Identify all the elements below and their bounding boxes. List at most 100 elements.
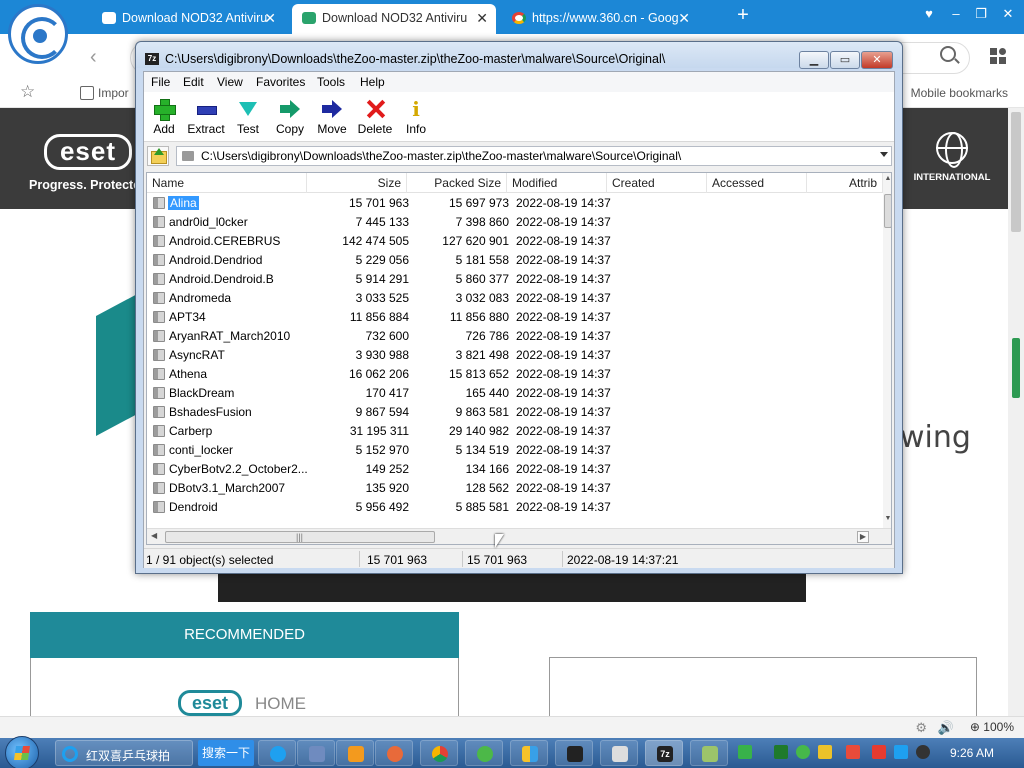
table-row[interactable]: Andromeda 3 033 525 3 032 083 2022-08-19 14… [147,289,883,308]
scroll-up-icon[interactable]: ▲ [883,175,891,185]
star-icon[interactable]: ☆ [20,82,35,102]
scroll-down-icon[interactable]: ▼ [883,515,891,525]
page-scrollbar[interactable] [1008,108,1024,720]
start-button[interactable] [5,736,39,768]
tab-close-icon[interactable]: ✕ [678,4,690,32]
add-button[interactable]: Add [142,96,186,140]
table-row[interactable]: Dendroid 5 956 492 5 885 581 2022-08-19 14:… [147,498,883,517]
vertical-scrollbar[interactable]: ▲ ▼ [883,173,891,528]
globe-icon[interactable] [936,132,968,168]
file-list[interactable]: Name Size Packed Size Modified Created A… [146,172,892,545]
international-link[interactable]: INTERNATIONAL [906,172,998,183]
tray-plus-icon[interactable] [796,745,810,759]
folder-up-icon[interactable] [147,146,169,166]
minimize-button[interactable]: ▁ [799,51,829,69]
table-row[interactable]: DBotv3.1_March2007 135 920 128 562 2022-08-… [147,479,883,498]
sevenzip-titlebar[interactable]: 7z C:\Users\digibrony\Downloads\theZoo-m… [136,42,902,69]
tray-monitor-icon[interactable] [894,745,908,759]
chevron-down-icon[interactable] [880,152,888,157]
status-icons[interactable]: ⚙ 🔊 [915,720,954,736]
copy-button[interactable]: Copy [268,96,312,140]
menu-view[interactable]: View [217,75,243,89]
column-attrib[interactable]: Attrib [807,173,883,193]
taskbar-ie-item[interactable]: 红双喜乒乓球拍 [55,740,193,766]
horizontal-scrollbar[interactable]: ◀ ||| ▶ [147,528,891,544]
taskbar-search-button[interactable]: 搜索一下 [198,740,254,766]
menu-edit[interactable]: Edit [183,75,204,89]
tray-red-icon[interactable] [846,745,860,759]
taskbar-explorer-app[interactable] [297,740,335,766]
skin-icon[interactable]: ♥ [918,3,940,25]
taskbar-media-app[interactable] [336,740,374,766]
table-row[interactable]: Android.CEREBRUS 142 474 505 127 620 901 20… [147,232,883,251]
taskbar-window-app[interactable] [600,740,638,766]
taskbar-7zip-app[interactable]: 7z [645,740,683,766]
mobile-bookmarks-link[interactable]: Mobile bookmarks [911,86,1008,100]
page-scroll-thumb[interactable] [1011,112,1021,232]
table-row[interactable]: Android.Dendroid.B 5 914 291 5 860 377 2022… [147,270,883,289]
table-row[interactable]: APT34 11 856 884 11 856 880 2022-08-19 14:3… [147,308,883,327]
table-row[interactable]: AsyncRAT 3 930 988 3 821 498 2022-08-19 14:… [147,346,883,365]
close-icon[interactable]: ✕ [997,3,1019,25]
taskbar-tiles-app[interactable] [510,740,548,766]
tray-shield-icon[interactable] [818,745,832,759]
restore-icon[interactable]: ❐ [970,3,992,25]
back-arrow-icon[interactable]: ‹ [90,46,97,69]
taskbar-paint-app[interactable] [375,740,413,766]
delete-button[interactable]: Delete [353,96,397,140]
table-row[interactable]: BlackDream 170 417 165 440 2022-08-19 14:37 [147,384,883,403]
tray-flag-icon[interactable] [872,745,886,759]
tray-app-icon[interactable] [774,745,788,759]
table-row[interactable]: Alina 15 701 963 15 697 973 2022-08-19 14:3… [147,194,883,213]
test-button[interactable]: Test [226,96,270,140]
tab-nod32-2[interactable]: Download NOD32 Antiviru ✕ [292,4,496,34]
column-name[interactable]: Name [147,173,307,193]
column-created[interactable]: Created [607,173,707,193]
extract-button[interactable]: Extract [184,96,228,140]
new-tab-button[interactable]: + [733,4,753,28]
scroll-right-icon[interactable]: ▶ [857,531,869,543]
tab-nod32-1[interactable]: Download NOD32 Antiviru ✕ [92,4,284,34]
move-button[interactable]: Move [310,96,354,140]
sevenzip-app-icon[interactable]: 7z [145,53,159,65]
zoom-level[interactable]: ⊕ 100% [970,720,1014,734]
taskbar-clock[interactable]: 9:26 AM [950,746,994,760]
scroll-left-icon[interactable]: ◀ [151,531,161,541]
table-row[interactable]: AryanRAT_March2010 732 600 726 786 2022-08-… [147,327,883,346]
tab-360[interactable]: https://www.360.cn - Goog ✕ [502,4,698,34]
tab-close-icon[interactable]: ✕ [476,4,488,32]
menu-file[interactable]: File [151,75,170,89]
minimize-icon[interactable]: – [945,3,967,25]
vertical-scroll-thumb[interactable] [884,194,891,228]
table-row[interactable]: Carberp 31 195 311 29 140 982 2022-08-19 14… [147,422,883,441]
table-row[interactable]: Athena 16 062 206 15 813 652 2022-08-19 14:… [147,365,883,384]
eset-logo[interactable]: eset [44,134,132,170]
taskbar-360-app[interactable] [465,740,503,766]
search-icon[interactable] [940,46,956,62]
table-row[interactable]: conti_locker 5 152 970 5 134 519 2022-08-19… [147,441,883,460]
taskbar-image-app[interactable] [690,740,728,766]
menu-help[interactable]: Help [360,75,385,89]
tray-volume-icon[interactable] [916,745,930,759]
column-modified[interactable]: Modified [507,173,607,193]
tray-play-icon[interactable] [738,745,752,759]
table-row[interactable]: Android.Dendriod 5 229 056 5 181 558 2022-0… [147,251,883,270]
table-row[interactable]: BshadesFusion 9 867 594 9 863 581 2022-08-1… [147,403,883,422]
menu-favorites[interactable]: Favorites [256,75,305,89]
column-packed-size[interactable]: Packed Size [407,173,507,193]
taskbar-ie-app[interactable] [258,740,296,766]
column-size[interactable]: Size [307,173,407,193]
horizontal-scroll-thumb[interactable]: ||| [165,531,435,543]
apps-grid-icon[interactable] [990,48,1006,64]
table-row[interactable]: andr0id_l0cker 7 445 133 7 398 860 2022-08-… [147,213,883,232]
close-button[interactable]: ✕ [861,51,893,69]
table-row[interactable]: CyberBotv2.2_October2... 149 252 134 166 20… [147,460,883,479]
info-button[interactable]: i Info [394,96,438,140]
tab-close-icon[interactable]: ✕ [264,4,276,32]
path-combobox[interactable]: C:\Users\digibrony\Downloads\theZoo-mast… [176,146,892,166]
menu-tools[interactable]: Tools [317,75,345,89]
taskbar-cmd-app[interactable] [555,740,593,766]
taskbar-chrome-app[interactable] [420,740,458,766]
browser-logo-icon[interactable] [8,4,68,64]
column-accessed[interactable]: Accessed [707,173,807,193]
